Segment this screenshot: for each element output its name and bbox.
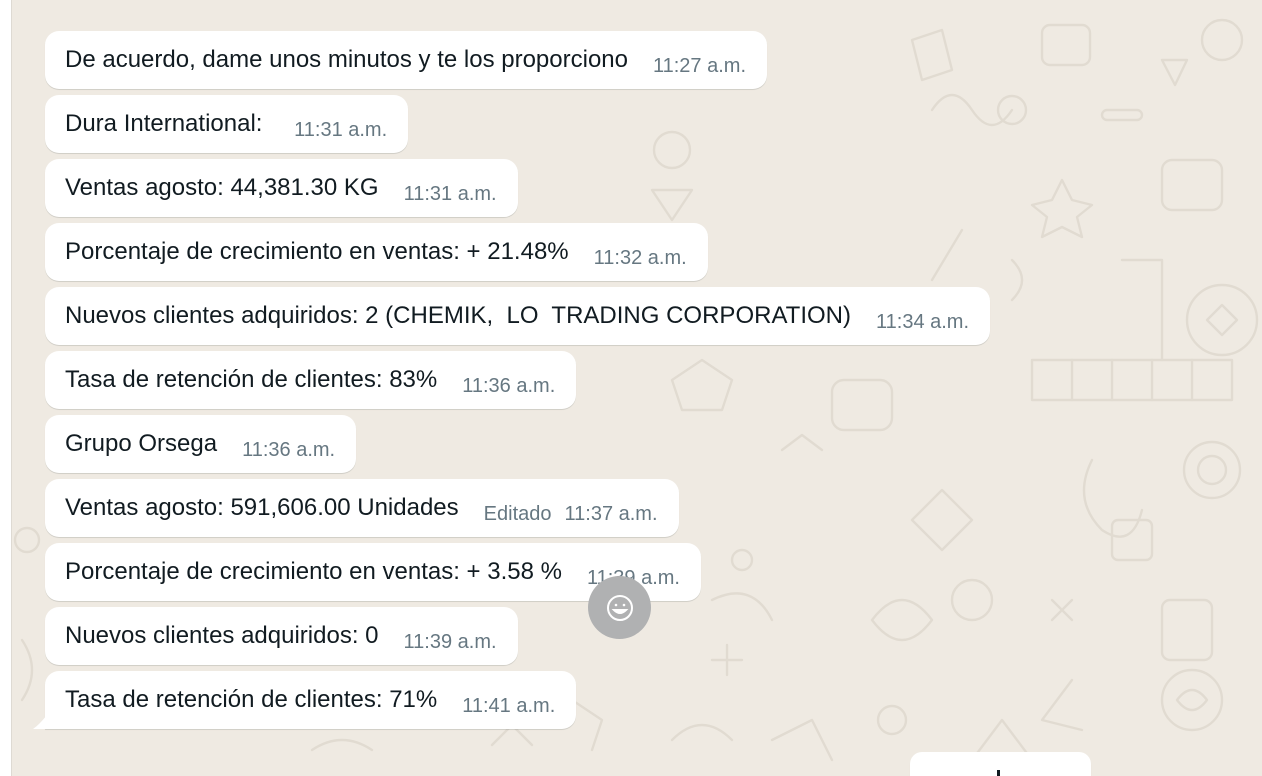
edited-label: Editado xyxy=(483,503,552,525)
message-timestamp: 11:34 a.m. xyxy=(876,311,970,333)
bubble-tail-icon xyxy=(33,715,47,729)
message-timestamp: 11:27 a.m. xyxy=(652,55,747,77)
message-bubble[interactable]: Dura International: 11:31 a.m. xyxy=(45,95,409,153)
text-fragment xyxy=(997,770,1000,776)
message-meta: Editado 11:37 a.m. xyxy=(484,485,658,543)
message-bubble[interactable]: Tasa de retención de clientes: 83% 11:36… xyxy=(45,351,577,409)
message-text: Tasa de retención de clientes: 71% xyxy=(65,686,438,713)
message-text: Dura International: xyxy=(65,110,270,137)
message-row: De acuerdo, dame unos minutos y te los p… xyxy=(45,31,1245,95)
message-row: Nuevos clientes adquiridos: 2 (CHEMIK, L… xyxy=(45,287,1245,351)
message-bubble[interactable]: Nuevos clientes adquiridos: 2 (CHEMIK, L… xyxy=(45,287,991,345)
message-timestamp: 11:39 a.m. xyxy=(403,631,497,653)
message-bubble[interactable]: Porcentaje de crecimiento en ventas: + 2… xyxy=(45,223,708,281)
message-timestamp: 11:36 a.m. xyxy=(462,375,556,397)
message-bubble[interactable]: Grupo Orsega 11:36 a.m. xyxy=(45,415,357,473)
message-text: Ventas agosto: 44,381.30 KG xyxy=(65,174,379,201)
message-row: Porcentaje de crecimiento en ventas: + 2… xyxy=(45,223,1245,287)
message-list: De acuerdo, dame unos minutos y te los p… xyxy=(33,31,1245,735)
chat-pane: De acuerdo, dame unos minutos y te los p… xyxy=(11,0,1262,776)
smiley-face-icon xyxy=(606,594,633,621)
reaction-button[interactable] xyxy=(588,576,651,639)
message-bubble[interactable]: Ventas agosto: 44,381.30 KG 11:31 a.m. xyxy=(45,159,518,217)
message-timestamp: 11:36 a.m. xyxy=(242,439,336,461)
message-text: Porcentaje de crecimiento en ventas: + 2… xyxy=(65,238,569,265)
message-bubble[interactable]: Ventas agosto: 591,606.00 Unidades Edita… xyxy=(45,479,679,537)
message-text: Tasa de retención de clientes: 83% xyxy=(65,366,438,393)
message-bubble[interactable]: Nuevos clientes adquiridos: 0 11:39 a.m. xyxy=(45,607,518,665)
message-timestamp: 11:31 a.m. xyxy=(403,183,497,205)
message-row: Tasa de retención de clientes: 83% 11:36… xyxy=(45,351,1245,415)
message-row: Dura International: 11:31 a.m. xyxy=(45,95,1245,159)
message-bubble[interactable]: De acuerdo, dame unos minutos y te los p… xyxy=(45,31,768,89)
message-row: Ventas agosto: 591,606.00 Unidades Edita… xyxy=(45,479,1245,543)
message-text: Ventas agosto: 591,606.00 Unidades xyxy=(65,494,459,521)
message-text: Nuevos clientes adquiridos: 2 (CHEMIK, L… xyxy=(65,302,851,329)
message-timestamp: 11:37 a.m. xyxy=(564,503,658,525)
message-text: Porcentaje de crecimiento en ventas: + 3… xyxy=(65,558,562,585)
message-bubble[interactable]: Tasa de retención de clientes: 71% 11:41… xyxy=(33,671,577,729)
message-row: Grupo Orsega 11:36 a.m. xyxy=(45,415,1245,479)
message-text: De acuerdo, dame unos minutos y te los p… xyxy=(65,46,628,73)
outgoing-message-bubble[interactable] xyxy=(910,752,1091,776)
message-timestamp: 11:32 a.m. xyxy=(593,247,687,269)
message-row: Tasa de retención de clientes: 71% 11:41… xyxy=(33,671,1245,735)
message-timestamp: 11:41 a.m. xyxy=(462,695,556,717)
message-row: Ventas agosto: 44,381.30 KG 11:31 a.m. xyxy=(45,159,1245,223)
message-text: Grupo Orsega xyxy=(65,430,218,457)
message-text: Nuevos clientes adquiridos: 0 xyxy=(65,622,379,649)
message-timestamp: 11:31 a.m. xyxy=(294,119,388,141)
